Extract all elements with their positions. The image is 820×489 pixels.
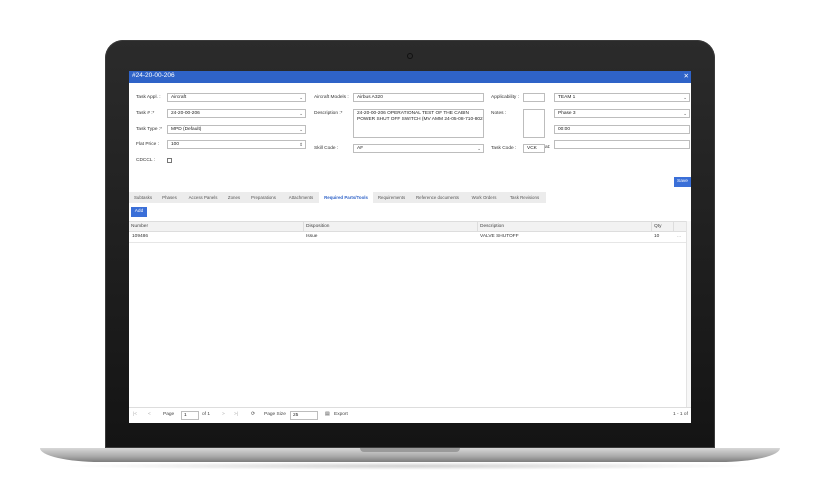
- aircraft-models-label: Aircraft Models :: [314, 95, 349, 100]
- webcam: [408, 54, 412, 58]
- chevron-down-icon: ⌄: [683, 111, 687, 116]
- skill-code-value: AF: [357, 146, 364, 151]
- flat-price-label: Flat Price :: [136, 142, 159, 147]
- column-number[interactable]: Number: [129, 222, 303, 232]
- stepper-icon: ⇕: [299, 142, 303, 147]
- chevron-down-icon: ⌄: [299, 127, 303, 132]
- first-page-icon[interactable]: |<: [133, 412, 137, 417]
- task-code-extra: at:: [545, 145, 551, 150]
- chevron-down-icon: ⌄: [299, 95, 303, 100]
- description-textarea[interactable]: 24-20-00-206 OPERATIONAL TEST OF THE CAB…: [353, 109, 484, 138]
- chevron-down-icon: ⌄: [299, 111, 303, 116]
- applicability-label: Applicability :: [491, 95, 519, 100]
- tab-access-panels[interactable]: Access Panels: [182, 192, 225, 203]
- skill-code-select[interactable]: AF ⌄: [353, 144, 484, 153]
- tab-work-orders[interactable]: Work Orders: [465, 192, 504, 203]
- close-icon[interactable]: ✕: [684, 72, 689, 80]
- extra-input[interactable]: [554, 140, 690, 149]
- tab-task-revisions[interactable]: Task Revisions: [503, 192, 547, 203]
- notes-label: Notes :: [491, 111, 507, 116]
- tab-zones[interactable]: Zones: [224, 192, 245, 203]
- tab-requirements[interactable]: Requirements: [373, 192, 411, 203]
- grid-header: Number Disposition Description Qty: [129, 221, 691, 232]
- add-button[interactable]: Add: [131, 207, 147, 217]
- phase-value: Phase 3: [558, 111, 576, 116]
- chevron-down-icon: ⌄: [477, 146, 481, 151]
- cell-disposition: Issue: [306, 234, 318, 239]
- tab-bar: Subtasks Phases Access Panels Zones Prep…: [129, 192, 691, 203]
- task-appl-select[interactable]: Aircraft ⌄: [167, 93, 306, 102]
- task-appl-label: Task Appl. :: [136, 95, 161, 100]
- description-value: 24-20-00-206 OPERATIONAL TEST OF THE CAB…: [357, 111, 483, 122]
- task-no-value: 24-20-00-206: [171, 111, 200, 116]
- page-input[interactable]: 1: [181, 411, 199, 420]
- column-actions: [673, 222, 686, 232]
- task-code-value: VCK: [527, 146, 537, 151]
- grid-scrollbar[interactable]: [686, 221, 691, 407]
- laptop-shadow: [60, 462, 760, 470]
- description-label: Description :*: [314, 111, 343, 116]
- window-title: #24-20-00-206: [132, 72, 175, 79]
- tab-reference-documents[interactable]: Reference documents: [410, 192, 466, 203]
- task-type-select[interactable]: MPD (Default) ⌄: [167, 125, 306, 134]
- app-screen: #24-20-00-206 ✕ Task Appl. : Aircraft ⌄ …: [129, 71, 691, 423]
- time-input[interactable]: 00:00: [554, 125, 690, 134]
- next-page-icon[interactable]: >: [222, 412, 225, 417]
- tab-attachments[interactable]: Attachments: [283, 192, 320, 203]
- cell-qty: 10: [654, 234, 660, 239]
- time-value: 00:00: [558, 127, 571, 132]
- flat-price-value: 100: [171, 142, 180, 147]
- tab-subtasks[interactable]: Subtasks: [129, 192, 158, 203]
- cdccl-label: CDCCL :: [136, 158, 156, 163]
- pager: |< < Page 1 of 1 > >| ⟳ Page Size 25 ▤ E…: [129, 407, 691, 423]
- tab-phases[interactable]: Phases: [157, 192, 183, 203]
- cell-description: VALVE SHUTOFF: [480, 234, 519, 239]
- refresh-icon[interactable]: ⟳: [251, 412, 255, 417]
- last-page-icon[interactable]: >|: [234, 412, 238, 417]
- page-of-label: of 1: [202, 412, 211, 417]
- task-type-value: MPD (Default): [171, 127, 202, 132]
- page-range: 1 - 1 of: [673, 412, 688, 417]
- team-select[interactable]: TEAM 1 ⌄: [554, 93, 690, 102]
- page-label: Page: [163, 412, 175, 417]
- team-value: TEAM 1: [558, 95, 576, 100]
- column-qty[interactable]: Qty: [651, 222, 673, 232]
- notes-textarea[interactable]: [523, 109, 545, 138]
- cell-number: 109486: [132, 234, 149, 239]
- cdccl-checkbox[interactable]: [167, 158, 172, 163]
- prev-page-icon[interactable]: <: [148, 412, 151, 417]
- laptop-base-notch: [360, 448, 460, 452]
- tab-preparations[interactable]: Preparations: [244, 192, 284, 203]
- column-disposition[interactable]: Disposition: [303, 222, 477, 232]
- aircraft-models-input[interactable]: Airbus A320: [353, 93, 484, 102]
- task-code-input[interactable]: VCK: [523, 144, 545, 153]
- export-button[interactable]: Export: [334, 412, 348, 417]
- window-titlebar: #24-20-00-206 ✕: [129, 71, 691, 83]
- table-row[interactable]: 109486 Issue VALVE SHUTOFF 10 ...: [129, 232, 691, 243]
- row-menu-icon[interactable]: ...: [674, 232, 681, 242]
- column-description[interactable]: Description: [477, 222, 651, 232]
- tab-required-parts-tools[interactable]: Required Parts/Tools: [319, 192, 374, 203]
- page-size-label: Page Size: [264, 412, 286, 417]
- flat-price-input[interactable]: 100 ⇕: [167, 140, 306, 149]
- task-type-label: Task Type :*: [136, 127, 163, 132]
- applicability-input[interactable]: [523, 93, 545, 102]
- task-code-label: Task Code :: [491, 146, 517, 151]
- chevron-down-icon: ⌄: [683, 95, 687, 100]
- export-icon[interactable]: ▤: [325, 412, 330, 417]
- skill-code-label: Skill Code :: [314, 146, 339, 151]
- task-no-label: Task # :*: [136, 111, 155, 116]
- save-button[interactable]: Save: [674, 177, 691, 187]
- aircraft-models-value: Airbus A320: [357, 95, 383, 100]
- task-appl-value: Aircraft: [171, 95, 187, 100]
- task-no-select[interactable]: 24-20-00-206 ⌄: [167, 109, 306, 118]
- phase-select[interactable]: Phase 3 ⌄: [554, 109, 690, 118]
- page-size-input[interactable]: 25: [290, 411, 318, 420]
